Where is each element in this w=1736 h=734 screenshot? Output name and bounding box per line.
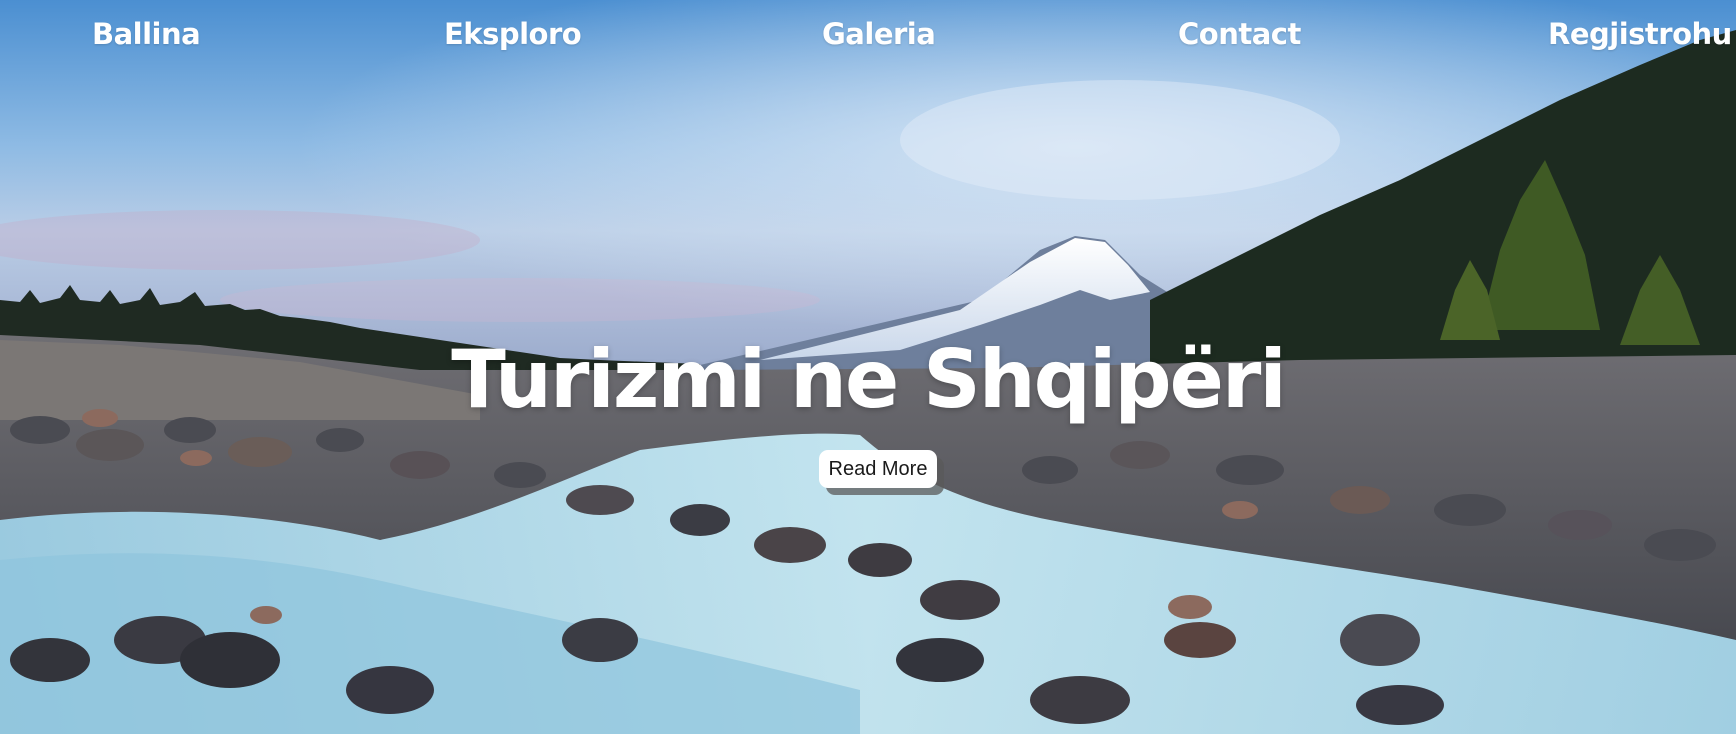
top-navigation: Ballina Eksploro Galeria Contact Regjist… bbox=[0, 0, 1736, 70]
nav-link-galeria[interactable]: Galeria bbox=[822, 14, 936, 54]
nav-link-eksploro[interactable]: Eksploro bbox=[444, 14, 582, 54]
nav-link-regjistrohu[interactable]: Regjistrohu bbox=[1548, 14, 1732, 54]
hero-title: Turizmi ne Shqipëri bbox=[451, 333, 1287, 426]
read-more-button[interactable]: Read More bbox=[819, 450, 937, 488]
nav-link-contact[interactable]: Contact bbox=[1178, 14, 1301, 54]
hero-section: Ballina Eksploro Galeria Contact Regjist… bbox=[0, 0, 1736, 734]
nav-link-ballina[interactable]: Ballina bbox=[92, 14, 201, 54]
